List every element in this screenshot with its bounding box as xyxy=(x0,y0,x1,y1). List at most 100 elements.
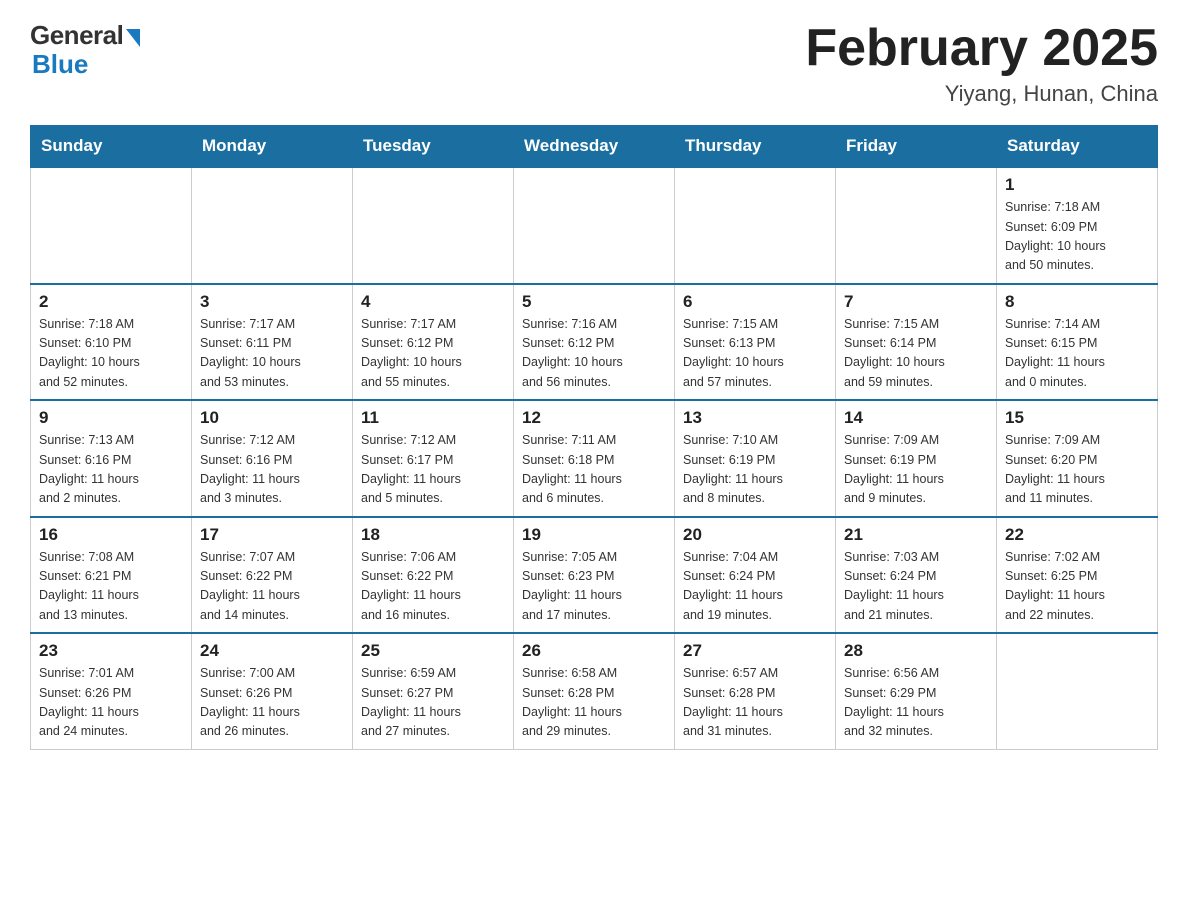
calendar-cell xyxy=(192,167,353,284)
logo-general-text: General xyxy=(30,20,123,51)
day-number: 2 xyxy=(39,292,183,312)
calendar-cell: 15Sunrise: 7:09 AMSunset: 6:20 PMDayligh… xyxy=(997,400,1158,517)
calendar-cell: 9 Sunrise: 7:13 AMSunset: 6:16 PMDaylight… xyxy=(31,400,192,517)
calendar-cell xyxy=(997,633,1158,749)
day-number: 13 xyxy=(683,408,827,428)
day-number: 22 xyxy=(1005,525,1149,545)
day-info: Sunrise: 7:06 AMSunset: 6:22 PMDaylight:… xyxy=(361,548,505,626)
day-info: Sunrise: 7:03 AMSunset: 6:24 PMDaylight:… xyxy=(844,548,988,626)
day-number: 16 xyxy=(39,525,183,545)
calendar-cell: 10 Sunrise: 7:12 AMSunset: 6:16 PMDayligh… xyxy=(192,400,353,517)
day-info: Sunrise: 6:57 AMSunset: 6:28 PMDaylight:… xyxy=(683,664,827,742)
day-info: Sunrise: 6:58 AMSunset: 6:28 PMDaylight:… xyxy=(522,664,666,742)
calendar-week-5: 23 Sunrise: 7:01 AMSunset: 6:26 PMDayligh… xyxy=(31,633,1158,749)
calendar-cell: 21 Sunrise: 7:03 AMSunset: 6:24 PMDayligh… xyxy=(836,517,997,634)
day-info: Sunrise: 7:15 AMSunset: 6:14 PMDaylight:… xyxy=(844,315,988,393)
calendar-table: SundayMondayTuesdayWednesdayThursdayFrid… xyxy=(30,125,1158,750)
calendar-cell: 8 Sunrise: 7:14 AMSunset: 6:15 PMDaylight… xyxy=(997,284,1158,401)
calendar-cell: 24 Sunrise: 7:00 AMSunset: 6:26 PMDayligh… xyxy=(192,633,353,749)
day-number: 24 xyxy=(200,641,344,661)
calendar-cell: 18 Sunrise: 7:06 AMSunset: 6:22 PMDayligh… xyxy=(353,517,514,634)
day-info: Sunrise: 7:17 AMSunset: 6:12 PMDaylight:… xyxy=(361,315,505,393)
weekday-header-saturday: Saturday xyxy=(997,126,1158,168)
day-info: Sunrise: 7:09 AMSunset: 6:20 PMDaylight:… xyxy=(1005,431,1149,509)
day-number: 14 xyxy=(844,408,988,428)
day-number: 27 xyxy=(683,641,827,661)
calendar-week-1: 1 Sunrise: 7:18 AMSunset: 6:09 PMDaylight… xyxy=(31,167,1158,284)
day-number: 7 xyxy=(844,292,988,312)
day-info: Sunrise: 6:59 AMSunset: 6:27 PMDaylight:… xyxy=(361,664,505,742)
day-info: Sunrise: 7:02 AMSunset: 6:25 PMDaylight:… xyxy=(1005,548,1149,626)
calendar-cell: 22 Sunrise: 7:02 AMSunset: 6:25 PMDayligh… xyxy=(997,517,1158,634)
day-number: 1 xyxy=(1005,175,1149,195)
calendar-cell: 6 Sunrise: 7:15 AMSunset: 6:13 PMDaylight… xyxy=(675,284,836,401)
day-number: 6 xyxy=(683,292,827,312)
calendar-cell: 3 Sunrise: 7:17 AMSunset: 6:11 PMDaylight… xyxy=(192,284,353,401)
weekday-header-thursday: Thursday xyxy=(675,126,836,168)
calendar-cell: 26 Sunrise: 6:58 AMSunset: 6:28 PMDayligh… xyxy=(514,633,675,749)
calendar-cell xyxy=(514,167,675,284)
page-header: General Blue February 2025 Yiyang, Hunan… xyxy=(30,20,1158,107)
day-info: Sunrise: 7:13 AMSunset: 6:16 PMDaylight:… xyxy=(39,431,183,509)
day-info: Sunrise: 7:16 AMSunset: 6:12 PMDaylight:… xyxy=(522,315,666,393)
calendar-cell: 25 Sunrise: 6:59 AMSunset: 6:27 PMDayligh… xyxy=(353,633,514,749)
day-info: Sunrise: 7:05 AMSunset: 6:23 PMDaylight:… xyxy=(522,548,666,626)
calendar-cell: 17Sunrise: 7:07 AMSunset: 6:22 PMDayligh… xyxy=(192,517,353,634)
day-info: Sunrise: 7:18 AMSunset: 6:09 PMDaylight:… xyxy=(1005,198,1149,276)
calendar-cell: 14 Sunrise: 7:09 AMSunset: 6:19 PMDayligh… xyxy=(836,400,997,517)
calendar-cell: 16 Sunrise: 7:08 AMSunset: 6:21 PMDayligh… xyxy=(31,517,192,634)
day-number: 26 xyxy=(522,641,666,661)
day-number: 4 xyxy=(361,292,505,312)
day-info: Sunrise: 7:17 AMSunset: 6:11 PMDaylight:… xyxy=(200,315,344,393)
title-block: February 2025 Yiyang, Hunan, China xyxy=(805,20,1158,107)
calendar-cell: 2 Sunrise: 7:18 AMSunset: 6:10 PMDaylight… xyxy=(31,284,192,401)
day-number: 18 xyxy=(361,525,505,545)
day-number: 23 xyxy=(39,641,183,661)
day-info: Sunrise: 7:09 AMSunset: 6:19 PMDaylight:… xyxy=(844,431,988,509)
calendar-cell: 4 Sunrise: 7:17 AMSunset: 6:12 PMDaylight… xyxy=(353,284,514,401)
day-number: 5 xyxy=(522,292,666,312)
day-number: 17 xyxy=(200,525,344,545)
day-info: Sunrise: 7:10 AMSunset: 6:19 PMDaylight:… xyxy=(683,431,827,509)
logo-blue-text: Blue xyxy=(32,49,88,80)
calendar-cell: 27 Sunrise: 6:57 AMSunset: 6:28 PMDayligh… xyxy=(675,633,836,749)
calendar-week-4: 16 Sunrise: 7:08 AMSunset: 6:21 PMDayligh… xyxy=(31,517,1158,634)
day-number: 9 xyxy=(39,408,183,428)
month-title: February 2025 xyxy=(805,20,1158,77)
day-number: 20 xyxy=(683,525,827,545)
day-number: 3 xyxy=(200,292,344,312)
calendar-cell: 20 Sunrise: 7:04 AMSunset: 6:24 PMDayligh… xyxy=(675,517,836,634)
day-number: 8 xyxy=(1005,292,1149,312)
calendar-cell: 28Sunrise: 6:56 AMSunset: 6:29 PMDayligh… xyxy=(836,633,997,749)
calendar-cell xyxy=(31,167,192,284)
calendar-cell: 23 Sunrise: 7:01 AMSunset: 6:26 PMDayligh… xyxy=(31,633,192,749)
day-info: Sunrise: 7:08 AMSunset: 6:21 PMDaylight:… xyxy=(39,548,183,626)
calendar-cell: 5 Sunrise: 7:16 AMSunset: 6:12 PMDaylight… xyxy=(514,284,675,401)
day-number: 10 xyxy=(200,408,344,428)
calendar-cell: 11Sunrise: 7:12 AMSunset: 6:17 PMDayligh… xyxy=(353,400,514,517)
day-info: Sunrise: 7:01 AMSunset: 6:26 PMDaylight:… xyxy=(39,664,183,742)
day-info: Sunrise: 7:12 AMSunset: 6:16 PMDaylight:… xyxy=(200,431,344,509)
day-info: Sunrise: 7:12 AMSunset: 6:17 PMDaylight:… xyxy=(361,431,505,509)
calendar-cell xyxy=(836,167,997,284)
logo: General Blue xyxy=(30,20,140,80)
day-info: Sunrise: 7:04 AMSunset: 6:24 PMDaylight:… xyxy=(683,548,827,626)
calendar-week-2: 2 Sunrise: 7:18 AMSunset: 6:10 PMDaylight… xyxy=(31,284,1158,401)
day-info: Sunrise: 7:14 AMSunset: 6:15 PMDaylight:… xyxy=(1005,315,1149,393)
day-number: 25 xyxy=(361,641,505,661)
weekday-header-row: SundayMondayTuesdayWednesdayThursdayFrid… xyxy=(31,126,1158,168)
day-number: 21 xyxy=(844,525,988,545)
calendar-cell: 12Sunrise: 7:11 AMSunset: 6:18 PMDayligh… xyxy=(514,400,675,517)
day-number: 12 xyxy=(522,408,666,428)
calendar-cell xyxy=(353,167,514,284)
day-info: Sunrise: 7:00 AMSunset: 6:26 PMDaylight:… xyxy=(200,664,344,742)
day-info: Sunrise: 7:15 AMSunset: 6:13 PMDaylight:… xyxy=(683,315,827,393)
calendar-cell: 13 Sunrise: 7:10 AMSunset: 6:19 PMDayligh… xyxy=(675,400,836,517)
calendar-week-3: 9 Sunrise: 7:13 AMSunset: 6:16 PMDaylight… xyxy=(31,400,1158,517)
calendar-cell: 19Sunrise: 7:05 AMSunset: 6:23 PMDayligh… xyxy=(514,517,675,634)
day-info: Sunrise: 7:18 AMSunset: 6:10 PMDaylight:… xyxy=(39,315,183,393)
weekday-header-wednesday: Wednesday xyxy=(514,126,675,168)
weekday-header-sunday: Sunday xyxy=(31,126,192,168)
day-number: 28 xyxy=(844,641,988,661)
calendar-cell xyxy=(675,167,836,284)
